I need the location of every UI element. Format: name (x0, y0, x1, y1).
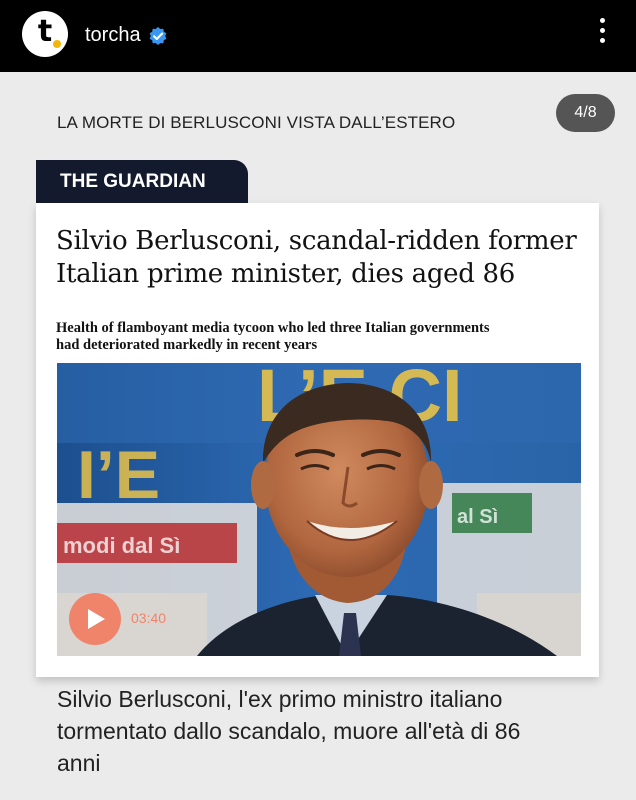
torcha-logo-icon[interactable]: t (22, 11, 68, 57)
play-button[interactable] (69, 593, 121, 645)
logo-letter: t (37, 14, 53, 49)
page-indicator: 4/8 (556, 94, 615, 132)
top-bar: t torcha (0, 0, 636, 72)
post-kicker: LA MORTE DI BERLUSCONI VISTA DALL’ESTERO (57, 113, 456, 132)
article-card[interactable]: Silvio Berlusconi, scandal-ridden former… (36, 203, 599, 677)
article-headline: Silvio Berlusconi, scandal-ridden former… (56, 226, 577, 289)
photo-sign-alsi: al Sì (457, 506, 498, 528)
more-options-icon[interactable] (592, 18, 612, 48)
video-duration: 03:40 (131, 610, 167, 626)
verified-badge-icon (149, 27, 167, 45)
article-photo[interactable]: modi dal Sì al Sì L’E CI I’E 03:40 (57, 363, 581, 656)
play-icon (88, 609, 105, 629)
post-caption: Silvio Berlusconi, l'ex primo ministro i… (57, 686, 521, 776)
photo-sign-si: modi dal Sì (63, 533, 180, 558)
photo-sign-le: I’E (77, 437, 160, 513)
account-name[interactable]: torcha (85, 23, 141, 47)
logo-dot (53, 40, 61, 48)
source-label: THE GUARDIAN (36, 160, 248, 204)
article-standfirst: Health of flamboyant media tycoon who le… (56, 320, 490, 353)
